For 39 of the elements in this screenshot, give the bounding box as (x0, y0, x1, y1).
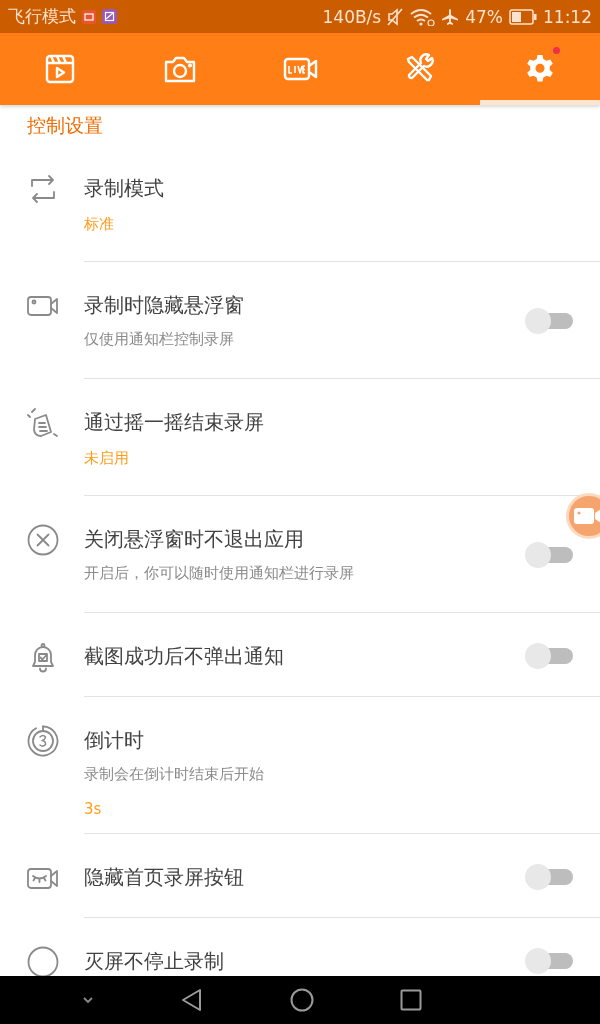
toggle-switch[interactable] (525, 947, 573, 973)
gallery-notification-icon (102, 9, 117, 24)
clock: 11:12 (543, 6, 592, 27)
setting-value: 标准 (84, 214, 115, 234)
app-notification-icon (82, 9, 96, 24)
close-icon (26, 523, 60, 557)
network-speed: 140B/s (322, 6, 382, 27)
airplane-icon (441, 7, 460, 26)
toggle-switch[interactable] (525, 541, 573, 567)
countdown-icon (26, 724, 60, 758)
setting-title: 录制时隐藏悬浮窗 (84, 292, 245, 319)
toggle-switch[interactable] (525, 863, 573, 889)
video-camera-icon (573, 506, 600, 526)
airplane-mode-label: 飞行模式 (8, 5, 76, 28)
recents-icon[interactable] (400, 989, 422, 1011)
battery-icon (509, 8, 537, 25)
setting-value: 3s (84, 799, 103, 819)
home-icon[interactable] (290, 988, 314, 1012)
floating-record-button[interactable] (566, 493, 600, 539)
setting-title: 倒计时 (84, 727, 145, 754)
toggle-switch[interactable] (525, 642, 573, 668)
collapse-icon[interactable] (81, 995, 95, 1005)
setting-title: 通过摇一摇结束录屏 (84, 409, 265, 436)
setting-description: 开启后，你可以随时使用通知栏进行录屏 (84, 563, 355, 583)
back-icon[interactable] (181, 988, 203, 1012)
shaking-hand-icon (26, 406, 60, 440)
mute-icon (387, 7, 404, 26)
setting-title: 隐藏首页录屏按钮 (84, 864, 245, 891)
setting-value: 未启用 (84, 448, 130, 468)
setting-title: 关闭悬浮窗时不退出应用 (84, 526, 305, 553)
wifi-icon (409, 7, 436, 26)
setting-title: 灭屏不停止录制 (84, 948, 225, 975)
setting-description: 仅使用通知栏控制录屏 (84, 329, 235, 349)
battery-percentage: 47% (465, 6, 503, 27)
section-title: 控制设置 (26, 113, 104, 138)
toggle-switch[interactable] (525, 307, 573, 333)
setting-description: 录制会在倒计时结束后开始 (84, 764, 265, 784)
setting-title: 截图成功后不弹出通知 (84, 643, 285, 670)
setting-title: 录制模式 (84, 175, 165, 202)
